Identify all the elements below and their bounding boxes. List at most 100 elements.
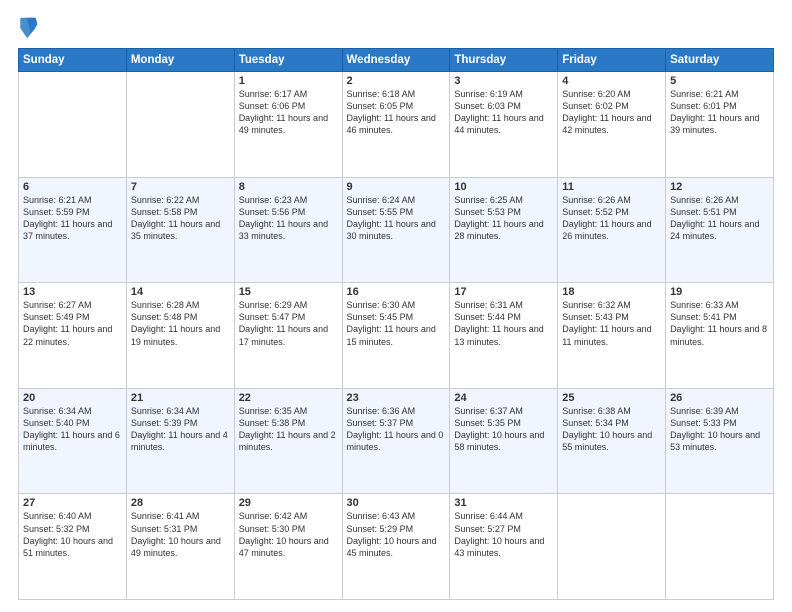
day-number: 19 bbox=[670, 286, 769, 298]
calendar-cell bbox=[558, 494, 666, 600]
calendar-cell: 29Sunrise: 6:42 AM Sunset: 5:30 PM Dayli… bbox=[234, 494, 342, 600]
day-info: Sunrise: 6:21 AM Sunset: 6:01 PM Dayligh… bbox=[670, 88, 769, 137]
day-info: Sunrise: 6:23 AM Sunset: 5:56 PM Dayligh… bbox=[239, 194, 338, 243]
col-saturday: Saturday bbox=[666, 49, 774, 72]
day-info: Sunrise: 6:32 AM Sunset: 5:43 PM Dayligh… bbox=[562, 299, 661, 348]
calendar-cell: 1Sunrise: 6:17 AM Sunset: 6:06 PM Daylig… bbox=[234, 72, 342, 178]
day-info: Sunrise: 6:19 AM Sunset: 6:03 PM Dayligh… bbox=[454, 88, 553, 137]
day-number: 12 bbox=[670, 181, 769, 193]
day-number: 7 bbox=[131, 181, 230, 193]
calendar-cell: 10Sunrise: 6:25 AM Sunset: 5:53 PM Dayli… bbox=[450, 177, 558, 283]
day-number: 6 bbox=[23, 181, 122, 193]
calendar-cell: 4Sunrise: 6:20 AM Sunset: 6:02 PM Daylig… bbox=[558, 72, 666, 178]
day-info: Sunrise: 6:18 AM Sunset: 6:05 PM Dayligh… bbox=[347, 88, 446, 137]
col-tuesday: Tuesday bbox=[234, 49, 342, 72]
col-friday: Friday bbox=[558, 49, 666, 72]
logo bbox=[18, 16, 42, 40]
calendar-cell: 19Sunrise: 6:33 AM Sunset: 5:41 PM Dayli… bbox=[666, 283, 774, 389]
day-info: Sunrise: 6:30 AM Sunset: 5:45 PM Dayligh… bbox=[347, 299, 446, 348]
col-thursday: Thursday bbox=[450, 49, 558, 72]
day-number: 1 bbox=[239, 75, 338, 87]
calendar-cell: 18Sunrise: 6:32 AM Sunset: 5:43 PM Dayli… bbox=[558, 283, 666, 389]
day-info: Sunrise: 6:20 AM Sunset: 6:02 PM Dayligh… bbox=[562, 88, 661, 137]
col-wednesday: Wednesday bbox=[342, 49, 450, 72]
page: Sunday Monday Tuesday Wednesday Thursday… bbox=[0, 0, 792, 612]
calendar-cell: 7Sunrise: 6:22 AM Sunset: 5:58 PM Daylig… bbox=[126, 177, 234, 283]
calendar-week-row: 1Sunrise: 6:17 AM Sunset: 6:06 PM Daylig… bbox=[19, 72, 774, 178]
calendar-cell: 20Sunrise: 6:34 AM Sunset: 5:40 PM Dayli… bbox=[19, 388, 127, 494]
day-number: 15 bbox=[239, 286, 338, 298]
day-number: 29 bbox=[239, 497, 338, 509]
calendar-cell: 24Sunrise: 6:37 AM Sunset: 5:35 PM Dayli… bbox=[450, 388, 558, 494]
calendar-cell bbox=[126, 72, 234, 178]
day-info: Sunrise: 6:39 AM Sunset: 5:33 PM Dayligh… bbox=[670, 405, 769, 454]
calendar-cell: 26Sunrise: 6:39 AM Sunset: 5:33 PM Dayli… bbox=[666, 388, 774, 494]
day-info: Sunrise: 6:29 AM Sunset: 5:47 PM Dayligh… bbox=[239, 299, 338, 348]
day-info: Sunrise: 6:28 AM Sunset: 5:48 PM Dayligh… bbox=[131, 299, 230, 348]
calendar-table: Sunday Monday Tuesday Wednesday Thursday… bbox=[18, 48, 774, 600]
day-number: 28 bbox=[131, 497, 230, 509]
calendar-cell: 17Sunrise: 6:31 AM Sunset: 5:44 PM Dayli… bbox=[450, 283, 558, 389]
calendar-cell bbox=[666, 494, 774, 600]
day-number: 9 bbox=[347, 181, 446, 193]
calendar-cell: 23Sunrise: 6:36 AM Sunset: 5:37 PM Dayli… bbox=[342, 388, 450, 494]
day-number: 16 bbox=[347, 286, 446, 298]
calendar-cell: 22Sunrise: 6:35 AM Sunset: 5:38 PM Dayli… bbox=[234, 388, 342, 494]
day-number: 21 bbox=[131, 392, 230, 404]
day-info: Sunrise: 6:35 AM Sunset: 5:38 PM Dayligh… bbox=[239, 405, 338, 454]
day-info: Sunrise: 6:37 AM Sunset: 5:35 PM Dayligh… bbox=[454, 405, 553, 454]
col-monday: Monday bbox=[126, 49, 234, 72]
calendar-week-row: 27Sunrise: 6:40 AM Sunset: 5:32 PM Dayli… bbox=[19, 494, 774, 600]
calendar-cell: 2Sunrise: 6:18 AM Sunset: 6:05 PM Daylig… bbox=[342, 72, 450, 178]
calendar-cell: 25Sunrise: 6:38 AM Sunset: 5:34 PM Dayli… bbox=[558, 388, 666, 494]
day-number: 2 bbox=[347, 75, 446, 87]
calendar-cell: 16Sunrise: 6:30 AM Sunset: 5:45 PM Dayli… bbox=[342, 283, 450, 389]
day-info: Sunrise: 6:38 AM Sunset: 5:34 PM Dayligh… bbox=[562, 405, 661, 454]
day-number: 23 bbox=[347, 392, 446, 404]
day-info: Sunrise: 6:43 AM Sunset: 5:29 PM Dayligh… bbox=[347, 510, 446, 559]
day-number: 3 bbox=[454, 75, 553, 87]
calendar-cell: 14Sunrise: 6:28 AM Sunset: 5:48 PM Dayli… bbox=[126, 283, 234, 389]
day-info: Sunrise: 6:24 AM Sunset: 5:55 PM Dayligh… bbox=[347, 194, 446, 243]
day-number: 18 bbox=[562, 286, 661, 298]
calendar-cell: 27Sunrise: 6:40 AM Sunset: 5:32 PM Dayli… bbox=[19, 494, 127, 600]
day-number: 11 bbox=[562, 181, 661, 193]
calendar-cell: 12Sunrise: 6:26 AM Sunset: 5:51 PM Dayli… bbox=[666, 177, 774, 283]
day-info: Sunrise: 6:21 AM Sunset: 5:59 PM Dayligh… bbox=[23, 194, 122, 243]
day-info: Sunrise: 6:26 AM Sunset: 5:52 PM Dayligh… bbox=[562, 194, 661, 243]
calendar-cell: 8Sunrise: 6:23 AM Sunset: 5:56 PM Daylig… bbox=[234, 177, 342, 283]
day-info: Sunrise: 6:33 AM Sunset: 5:41 PM Dayligh… bbox=[670, 299, 769, 348]
calendar-cell bbox=[19, 72, 127, 178]
calendar-cell: 3Sunrise: 6:19 AM Sunset: 6:03 PM Daylig… bbox=[450, 72, 558, 178]
day-info: Sunrise: 6:34 AM Sunset: 5:40 PM Dayligh… bbox=[23, 405, 122, 454]
col-sunday: Sunday bbox=[19, 49, 127, 72]
day-info: Sunrise: 6:34 AM Sunset: 5:39 PM Dayligh… bbox=[131, 405, 230, 454]
calendar-cell: 6Sunrise: 6:21 AM Sunset: 5:59 PM Daylig… bbox=[19, 177, 127, 283]
day-info: Sunrise: 6:22 AM Sunset: 5:58 PM Dayligh… bbox=[131, 194, 230, 243]
day-number: 26 bbox=[670, 392, 769, 404]
day-info: Sunrise: 6:41 AM Sunset: 5:31 PM Dayligh… bbox=[131, 510, 230, 559]
day-info: Sunrise: 6:42 AM Sunset: 5:30 PM Dayligh… bbox=[239, 510, 338, 559]
calendar-cell: 30Sunrise: 6:43 AM Sunset: 5:29 PM Dayli… bbox=[342, 494, 450, 600]
day-number: 5 bbox=[670, 75, 769, 87]
day-info: Sunrise: 6:27 AM Sunset: 5:49 PM Dayligh… bbox=[23, 299, 122, 348]
calendar-cell: 15Sunrise: 6:29 AM Sunset: 5:47 PM Dayli… bbox=[234, 283, 342, 389]
calendar-cell: 13Sunrise: 6:27 AM Sunset: 5:49 PM Dayli… bbox=[19, 283, 127, 389]
day-info: Sunrise: 6:31 AM Sunset: 5:44 PM Dayligh… bbox=[454, 299, 553, 348]
calendar-cell: 11Sunrise: 6:26 AM Sunset: 5:52 PM Dayli… bbox=[558, 177, 666, 283]
calendar-cell: 31Sunrise: 6:44 AM Sunset: 5:27 PM Dayli… bbox=[450, 494, 558, 600]
day-number: 17 bbox=[454, 286, 553, 298]
day-number: 20 bbox=[23, 392, 122, 404]
calendar-header-row: Sunday Monday Tuesday Wednesday Thursday… bbox=[19, 49, 774, 72]
day-info: Sunrise: 6:25 AM Sunset: 5:53 PM Dayligh… bbox=[454, 194, 553, 243]
calendar-cell: 28Sunrise: 6:41 AM Sunset: 5:31 PM Dayli… bbox=[126, 494, 234, 600]
calendar-week-row: 6Sunrise: 6:21 AM Sunset: 5:59 PM Daylig… bbox=[19, 177, 774, 283]
day-number: 30 bbox=[347, 497, 446, 509]
calendar-week-row: 13Sunrise: 6:27 AM Sunset: 5:49 PM Dayli… bbox=[19, 283, 774, 389]
day-number: 27 bbox=[23, 497, 122, 509]
calendar-cell: 9Sunrise: 6:24 AM Sunset: 5:55 PM Daylig… bbox=[342, 177, 450, 283]
day-info: Sunrise: 6:44 AM Sunset: 5:27 PM Dayligh… bbox=[454, 510, 553, 559]
day-number: 14 bbox=[131, 286, 230, 298]
calendar-week-row: 20Sunrise: 6:34 AM Sunset: 5:40 PM Dayli… bbox=[19, 388, 774, 494]
day-info: Sunrise: 6:36 AM Sunset: 5:37 PM Dayligh… bbox=[347, 405, 446, 454]
